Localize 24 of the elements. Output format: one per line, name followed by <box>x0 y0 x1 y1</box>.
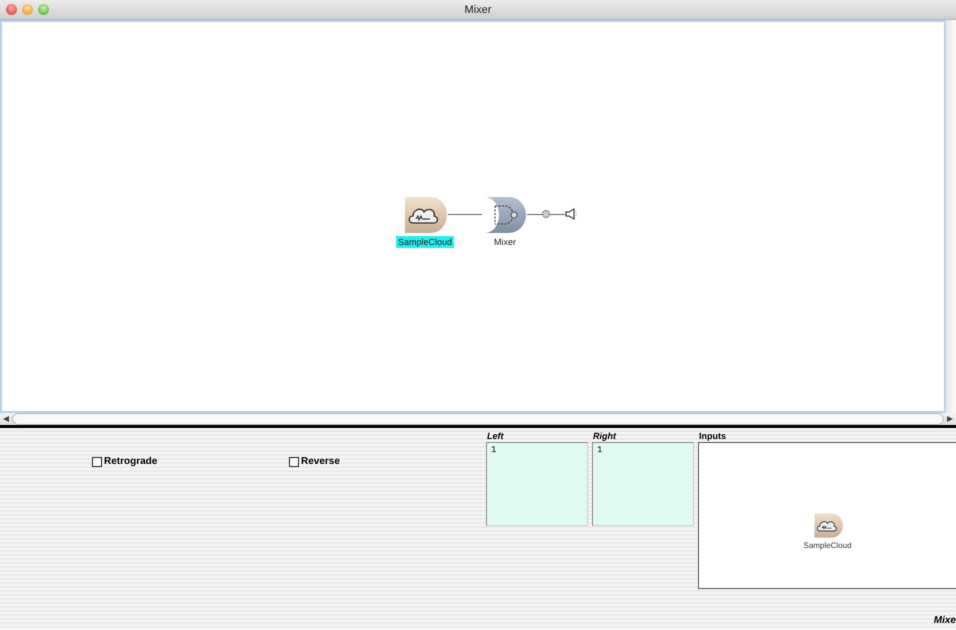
connection-line <box>448 214 482 215</box>
value-field[interactable]: 1 <box>592 442 694 526</box>
inputs-heading: Inputs <box>698 430 727 442</box>
checkbox-label: Retrograde <box>104 456 158 467</box>
node-label[interactable]: Mixer <box>492 236 518 248</box>
scroll-left-icon[interactable] <box>3 416 9 422</box>
horizontal-scrollbar[interactable] <box>0 413 956 428</box>
input-label[interactable]: SampleCloud <box>803 540 852 550</box>
cloud-node-icon[interactable] <box>403 195 447 235</box>
value-field[interactable]: 1 <box>486 442 588 526</box>
close-button[interactable] <box>6 4 17 15</box>
checkbox[interactable] <box>92 456 102 466</box>
footer-label: Mixe <box>934 615 956 626</box>
column-heading: Right <box>592 430 618 442</box>
checkbox-label: Reverse <box>301 456 340 467</box>
node-label[interactable]: SampleCloud <box>396 236 454 248</box>
vertical-scrollbar[interactable] <box>946 20 956 413</box>
scroll-right-icon[interactable] <box>947 416 953 422</box>
window-title: Mixer <box>464 4 492 16</box>
cloud-node-icon[interactable] <box>812 512 842 538</box>
outlet-icon <box>542 210 550 218</box>
speaker-icon[interactable] <box>565 208 579 220</box>
checkbox[interactable] <box>289 456 299 466</box>
column-heading: Left <box>486 430 505 442</box>
